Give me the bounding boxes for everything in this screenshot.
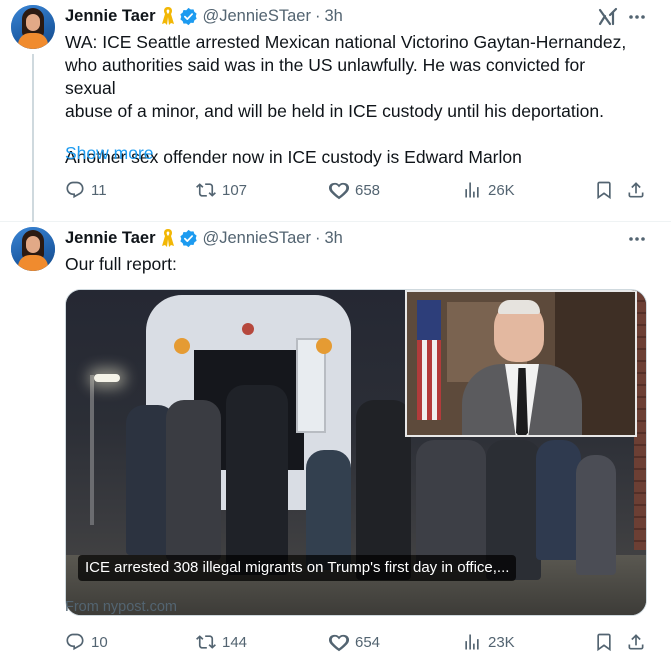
author-handle[interactable]: @JennieSTaer bbox=[202, 7, 310, 26]
author-handle[interactable]: @JennieSTaer bbox=[202, 229, 310, 248]
thread-line bbox=[32, 54, 34, 222]
like-icon bbox=[329, 182, 349, 200]
reply-button[interactable]: 11 bbox=[65, 178, 107, 202]
separator-dot: · bbox=[314, 6, 321, 25]
tweet-header: Jennie Taer @JennieSTaer · 3h bbox=[65, 5, 343, 27]
repost-button[interactable]: 144 bbox=[196, 630, 247, 654]
share-button[interactable] bbox=[626, 178, 646, 202]
yellow-ribbon-icon bbox=[161, 6, 175, 26]
van-light bbox=[316, 338, 332, 354]
repost-button[interactable]: 107 bbox=[196, 178, 247, 202]
views-button[interactable]: 26K bbox=[462, 178, 515, 202]
action-bar: 11 107 658 26K bbox=[65, 178, 655, 202]
views-count: 23K bbox=[488, 633, 515, 651]
bookmark-button[interactable] bbox=[594, 178, 614, 202]
yellow-ribbon-icon bbox=[161, 228, 175, 248]
reply-button[interactable]: 10 bbox=[65, 630, 108, 654]
verified-badge-icon[interactable] bbox=[179, 229, 198, 248]
reply-icon bbox=[66, 633, 84, 651]
person-figure bbox=[576, 455, 616, 575]
link-source[interactable]: From nypost.com bbox=[65, 599, 177, 615]
like-count: 654 bbox=[355, 633, 381, 651]
tweet-text: Our full report: bbox=[65, 253, 640, 276]
share-icon bbox=[628, 182, 644, 198]
van-light bbox=[242, 323, 254, 335]
link-card-image[interactable]: ICE arrested 308 illegal migrants on Tru… bbox=[65, 289, 647, 616]
bookmark-icon bbox=[597, 181, 611, 200]
repost-count: 107 bbox=[222, 181, 248, 199]
tweet-text-line: who authorities said was in the US unlaw… bbox=[65, 55, 586, 98]
timestamp[interactable]: 3h bbox=[324, 229, 342, 248]
person-figure bbox=[306, 450, 351, 570]
author-name[interactable]: Jennie Taer bbox=[65, 7, 155, 26]
share-icon bbox=[628, 634, 644, 650]
views-button[interactable]: 23K bbox=[462, 630, 515, 654]
repost-icon bbox=[196, 635, 216, 649]
inset-speaker-photo bbox=[405, 290, 637, 437]
person-figure bbox=[416, 440, 486, 570]
author-name[interactable]: Jennie Taer bbox=[65, 229, 155, 248]
views-count: 26K bbox=[488, 181, 515, 199]
more-icon[interactable] bbox=[626, 6, 648, 28]
share-button[interactable] bbox=[626, 630, 646, 654]
tweet-header: Jennie Taer @JennieSTaer · 3h bbox=[65, 227, 343, 249]
tweet[interactable]: Jennie Taer @JennieSTaer · 3h WA: ICE Se… bbox=[0, 0, 671, 222]
action-bar: 10 144 654 23K bbox=[65, 630, 655, 654]
views-icon bbox=[465, 182, 479, 198]
like-icon bbox=[329, 634, 349, 652]
bookmark-button[interactable] bbox=[594, 630, 614, 654]
more-icon[interactable] bbox=[626, 228, 648, 250]
show-more-link[interactable]: Show more bbox=[65, 143, 154, 164]
verified-badge-icon[interactable] bbox=[179, 7, 198, 26]
reply-icon bbox=[66, 181, 84, 199]
tweet[interactable]: Jennie Taer @JennieSTaer · 3h Our full r… bbox=[0, 222, 671, 672]
separator-dot: · bbox=[314, 228, 321, 247]
street-lamp bbox=[90, 375, 94, 525]
tweet-text-line: WA: ICE Seattle arrested Mexican nationa… bbox=[65, 32, 627, 52]
person-figure bbox=[226, 385, 288, 575]
like-button[interactable]: 654 bbox=[329, 630, 380, 654]
timestamp[interactable]: 3h bbox=[324, 7, 342, 26]
speaker-hair bbox=[498, 300, 540, 314]
tweet-text-line: abuse of a minor, and will be held in IC… bbox=[65, 101, 604, 121]
repost-icon bbox=[196, 183, 216, 197]
like-count: 658 bbox=[355, 181, 381, 199]
person-figure bbox=[166, 400, 221, 560]
street-lamp-light bbox=[94, 374, 120, 382]
reply-count: 11 bbox=[91, 181, 107, 199]
link-card-title: ICE arrested 308 illegal migrants on Tru… bbox=[78, 555, 517, 581]
us-flag-canton bbox=[417, 300, 441, 340]
avatar[interactable] bbox=[11, 5, 55, 49]
person-figure bbox=[536, 440, 581, 560]
like-button[interactable]: 658 bbox=[329, 178, 380, 202]
person-figure bbox=[356, 400, 411, 580]
views-icon bbox=[465, 634, 479, 650]
reply-count: 10 bbox=[91, 633, 108, 651]
grok-icon[interactable] bbox=[597, 6, 619, 28]
avatar[interactable] bbox=[11, 227, 55, 271]
repost-count: 144 bbox=[222, 633, 248, 651]
van-light bbox=[174, 338, 190, 354]
bookmark-icon bbox=[597, 633, 611, 652]
tweet-text-line: Our full report: bbox=[65, 254, 177, 274]
